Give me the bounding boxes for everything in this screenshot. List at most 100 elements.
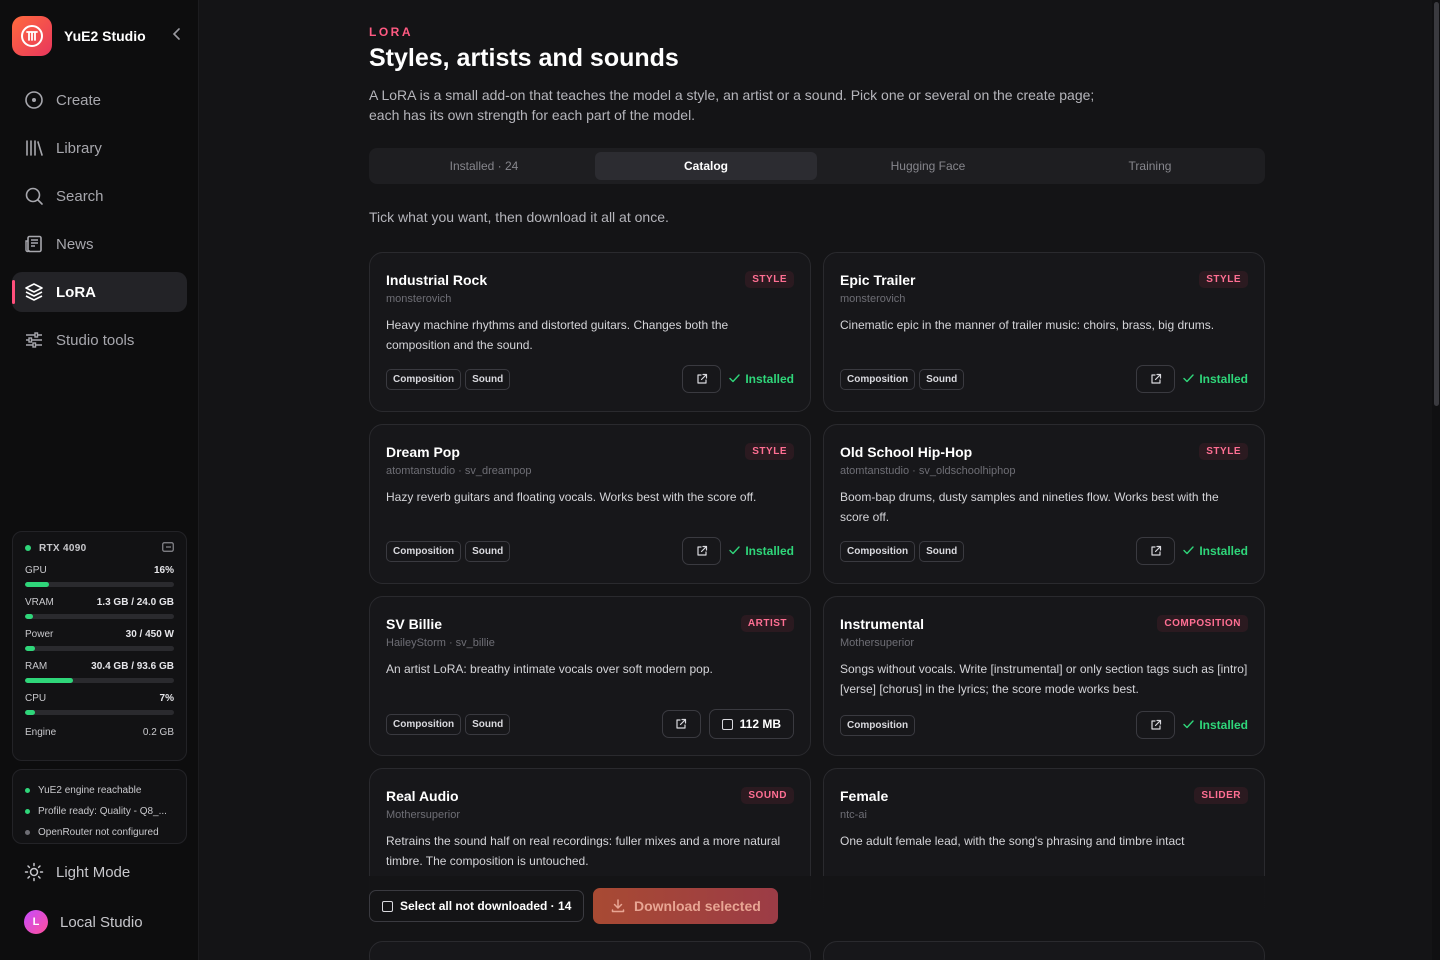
lora-description: An artist LoRA: breathy intimate vocals … [386,662,713,676]
hw-label: GPU [25,565,47,576]
sidebar-item-library[interactable]: Library [12,128,187,168]
library-icon [24,138,44,158]
lora-type-badge: SOUND [741,787,794,804]
external-link-icon[interactable] [1136,365,1176,393]
lora-name: Dream Pop [386,444,460,460]
lora-card[interactable]: Instrumental COMPOSITION Mothersuperior Son… [823,596,1265,756]
hw-value: 30.4 GB / 93.6 GB [91,661,174,672]
light-mode-label: Light Mode [56,863,131,881]
lora-description: One adult female lead, with the song's p… [840,834,1185,848]
lora-description: Songs without vocals. Write [instrumenta… [840,662,1248,696]
hw-value: 7% [159,693,174,704]
sidebar-item-news[interactable]: News [12,224,187,264]
download-checkbox[interactable]: 112 MB [708,709,794,739]
lora-type-badge: COMPOSITION [1157,615,1248,632]
profile-button[interactable]: L Local Studio [24,910,143,934]
sidebar-item-label: Library [56,139,102,157]
capability-chip: Sound [465,540,511,562]
sidebar-item-lora[interactable]: LoRA [12,272,187,312]
scrollbar-thumb[interactable] [1434,2,1439,406]
lora-name: Female [840,788,889,804]
monitor-toggle-icon[interactable] [162,541,174,555]
capability-chip: Sound [919,368,965,390]
engine-value: 0.2 GB [142,727,174,738]
sliders-icon [24,330,44,350]
lora-description: Hazy reverb guitars and floating vocals.… [386,490,757,504]
lora-name: Real Audio [386,788,459,804]
usage-bar-fill [25,678,74,683]
lora-name: Epic Trailer [840,272,916,288]
lora-card[interactable]: Dream Pop STYLE atomtanstudio · sv_dreampo… [369,424,811,584]
page-description: A LoRA is a small add-on that teaches th… [369,87,1095,123]
avatar: L [24,910,48,934]
page-eyebrow: LORA [369,25,413,39]
status-item: Profile ready: Quality - Q8_... [25,801,174,822]
capability-chip: Composition [840,540,916,562]
newspaper-icon [24,234,44,254]
tab-catalog[interactable]: Catalog [595,152,817,180]
connection-status: YuE2 engine reachable Profile ready: Qua… [12,769,187,844]
lora-author: HaileyStorm · sv_billie [386,637,495,649]
light-mode-toggle[interactable]: Light Mode [24,860,130,884]
lora-card[interactable]: Industrial Rock STYLE monsterovich Heavy ma… [369,252,811,412]
check-icon [1183,544,1195,558]
lora-author: ntc-ai [840,809,867,821]
capability-chip: Composition [386,713,462,735]
lora-card[interactable]: Epic Trailer STYLE monsterovich Cinematic e… [823,252,1265,412]
installed-status: Installed [729,544,794,558]
hw-value: 1.3 GB / 24.0 GB [96,597,174,608]
external-link-icon[interactable] [661,710,701,738]
hw-row-gpu: GPU 16% [25,565,174,587]
usage-bar-fill [25,710,36,715]
download-selected-button[interactable]: Download selected [593,888,779,924]
status-dot [25,809,30,814]
capability-chip: Sound [919,540,965,562]
hw-label: RAM [25,661,48,672]
status-item: YuE2 engine reachable [25,780,174,801]
gpu-status-dot [25,545,31,551]
status-dot [25,830,30,835]
layers-icon [24,282,44,302]
sidebar-item-label: LoRA [56,283,96,301]
installed-status: Installed [1183,372,1248,386]
hw-label: CPU [25,693,47,704]
check-icon [1183,372,1195,386]
tab-hugging-face[interactable]: Hugging Face [817,152,1039,180]
lora-name: Industrial Rock [386,272,488,288]
lora-type-badge: SLIDER [1194,787,1248,804]
external-link-icon[interactable] [1136,537,1176,565]
card-footer: Composition Sound 112 MB [386,709,794,739]
external-link-icon[interactable] [682,365,722,393]
sidebar-item-label: News [56,235,94,253]
lora-name: SV Billie [386,616,443,632]
lora-description: Heavy machine rhythms and distorted guit… [386,318,729,352]
hw-label: Power [25,629,54,640]
lora-card[interactable]: Old School Hip-Hop STYLE atomtanstudio · s… [823,424,1265,584]
capability-chip: Composition [840,714,916,736]
sidebar-item-studio-tools[interactable]: Studio tools [12,320,187,360]
check-icon [729,544,741,558]
sidebar-item-create[interactable]: Create [12,80,187,120]
external-link-icon[interactable] [1136,711,1176,739]
download-label: Download selected [633,898,761,914]
sidebar-item-search[interactable]: Search [12,176,187,216]
hw-row-vram: VRAM 1.3 GB / 24.0 GB [25,597,174,619]
select-all-checkbox[interactable]: Select all not downloaded · 14 [369,890,585,922]
tab-installed[interactable]: Installed · 24 [373,152,595,180]
lora-card[interactable]: SV Billie ARTIST HaileyStorm · sv_billie An… [369,596,811,756]
sidebar-nav: Create Library Search News LoRA Studio t… [12,80,187,368]
app-logo-icon[interactable] [12,16,52,56]
hardware-monitor: RTX 4090 GPU 16% VRAM 1.3 GB / 24.0 GB Power… [12,531,187,761]
hw-row-power: Power 30 / 450 W [25,629,174,651]
hw-label: VRAM [25,597,54,608]
lora-author: monsterovich [840,293,906,305]
installed-status: Installed [1183,544,1248,558]
tab-training[interactable]: Training [1039,152,1261,180]
external-link-icon[interactable] [682,537,722,565]
disc-icon [24,90,44,110]
lora-description: Retrains the sound half on real recordin… [386,834,781,868]
collapse-sidebar-icon[interactable] [167,27,187,45]
check-icon [1183,718,1195,732]
card-peek [823,941,1265,960]
sidebar-item-label: Search [56,187,104,205]
